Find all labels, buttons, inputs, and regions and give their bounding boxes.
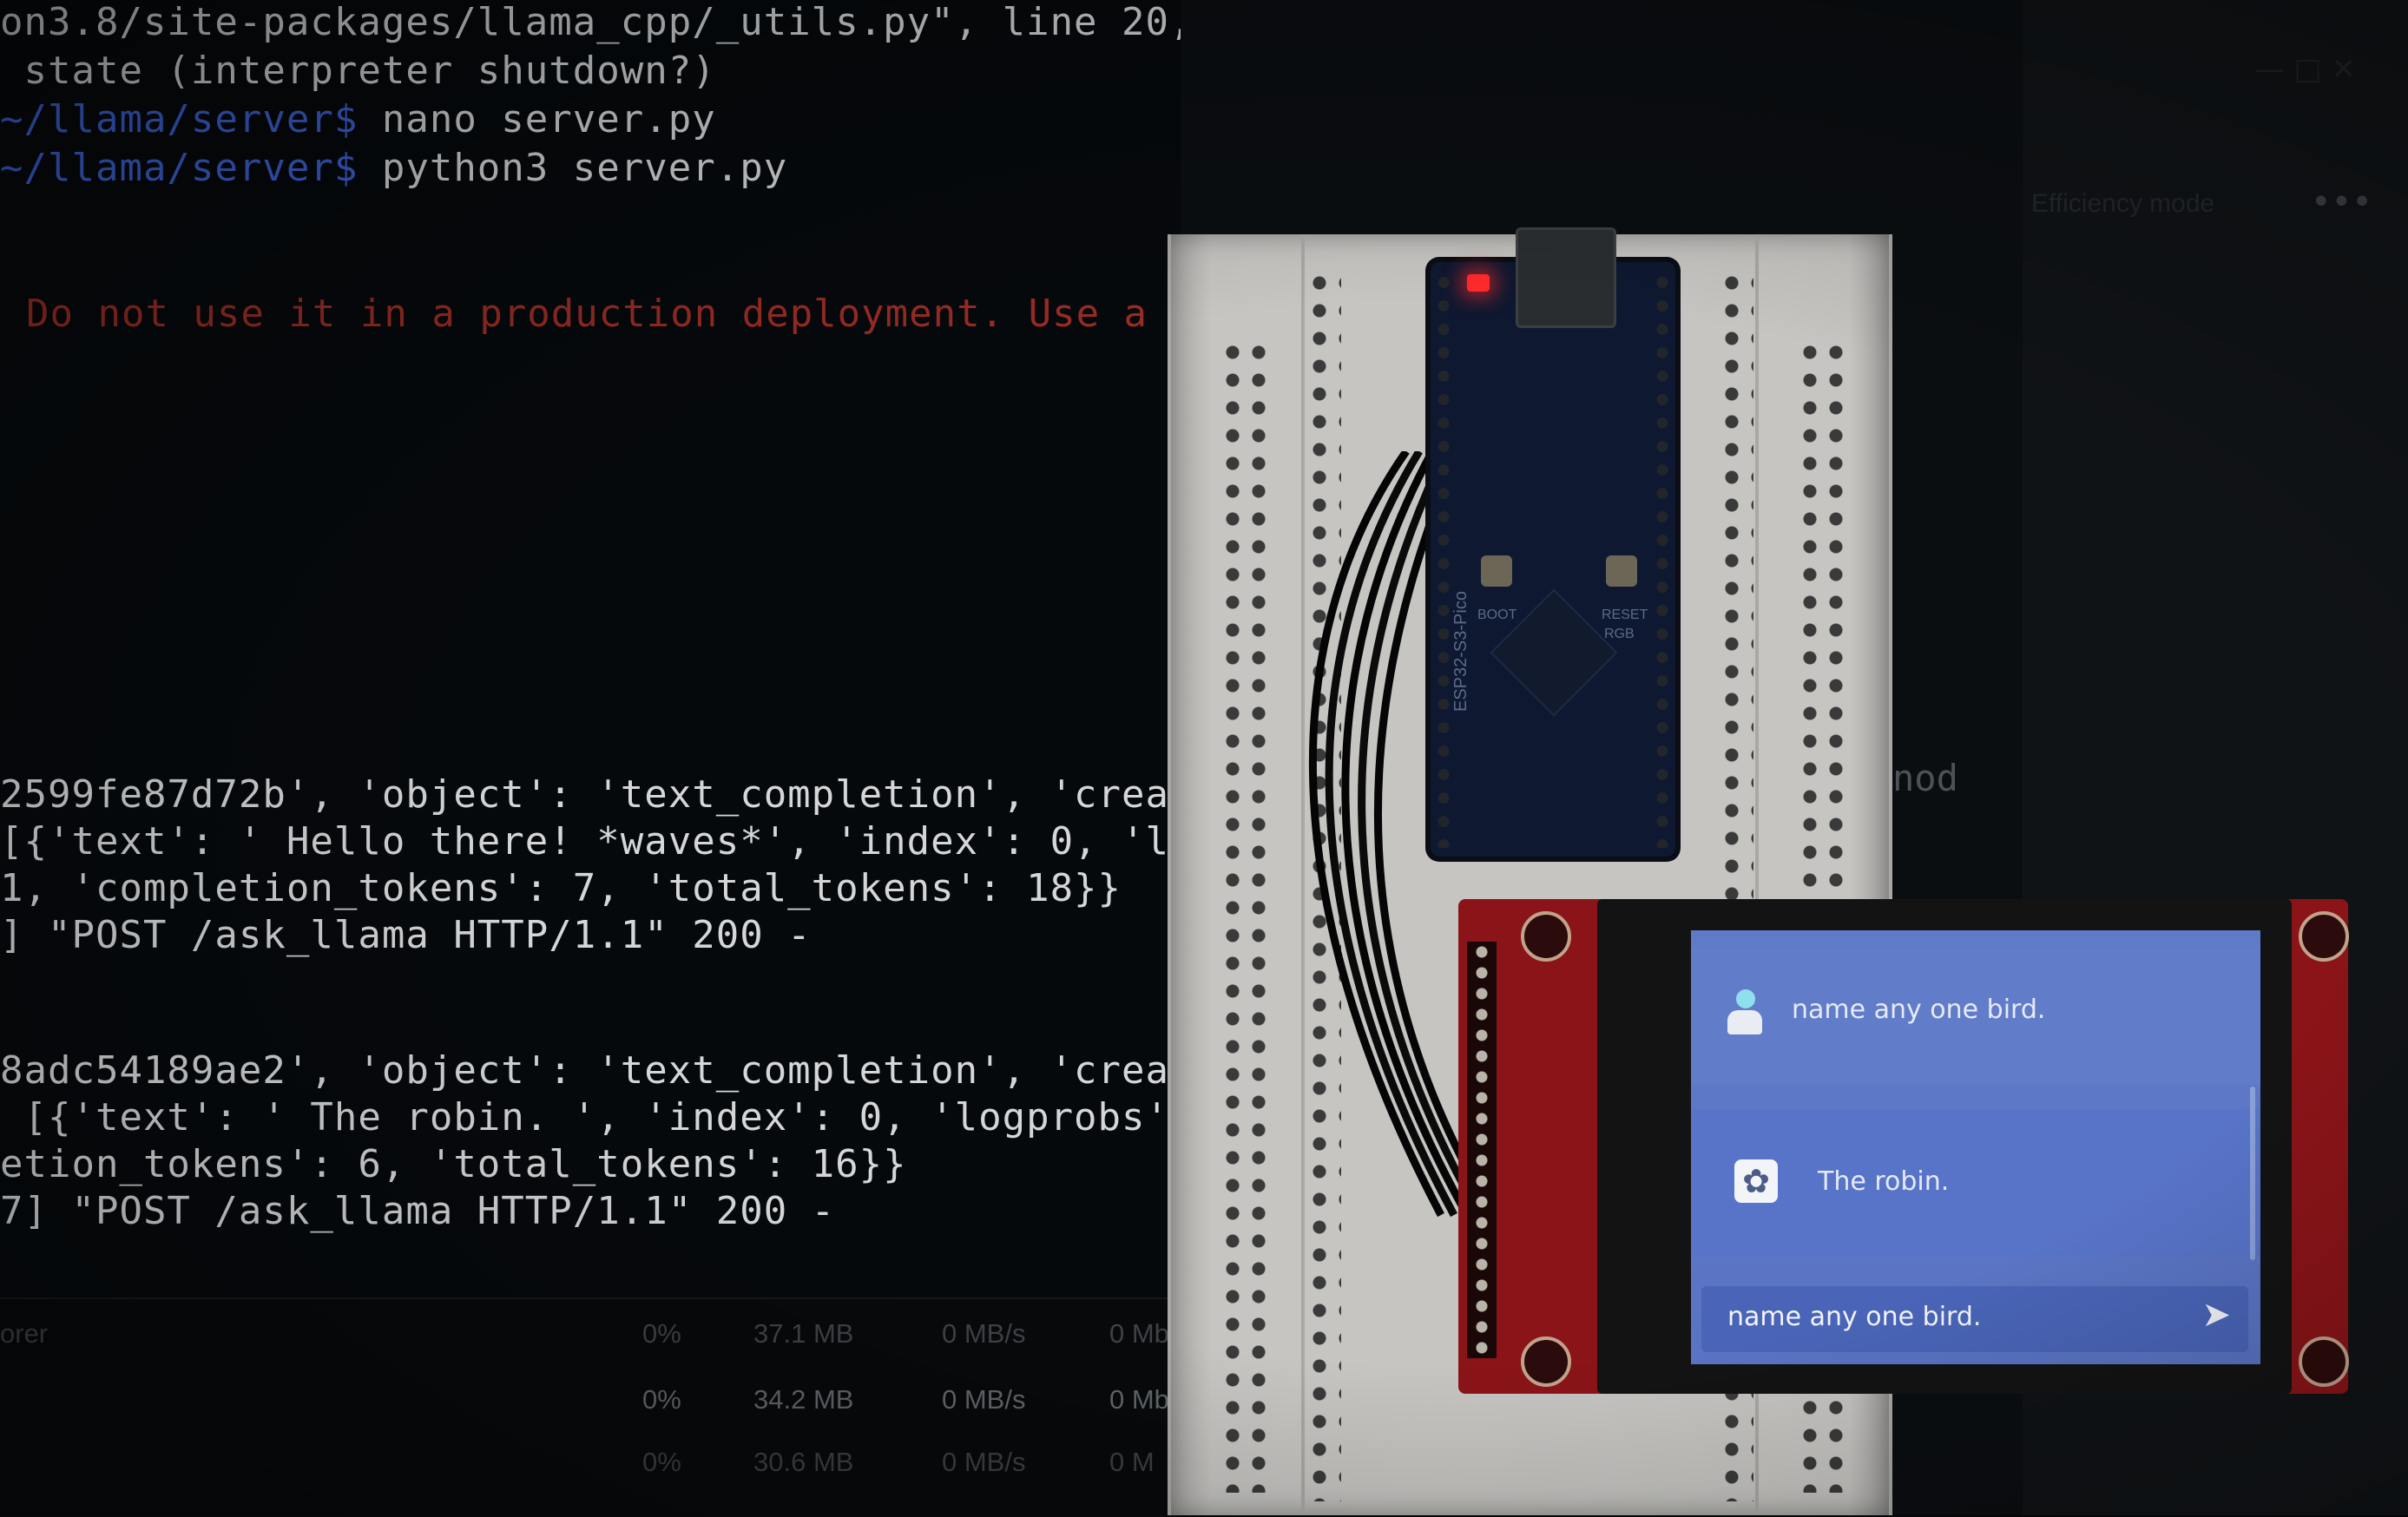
terminal-line: 2599fe87d72b', 'object': 'text_completio… [0,772,1181,817]
process-disk: 0 MB/s [942,1318,1026,1349]
pin-header-left [1434,271,1453,848]
process-disk: 0 MB/s [942,1384,1026,1415]
esp32-board [1431,262,1675,857]
shell-prompt: ~/llama/server$ [0,97,359,141]
process-row[interactable]: 0% 30.6 MB 0 MB/s 0 M [0,1438,1181,1499]
terminal-line: state (interpreter shutdown?) [0,49,716,93]
shell-command: python3 server.py [358,146,788,190]
task-manager-list: orer 0% 37.1 MB 0 MB/s 0 Mb 0% 34.2 MB 0… [0,1297,1181,1517]
power-led [1467,274,1490,292]
process-row[interactable]: 0% 34.2 MB 0 MB/s 0 Mb [0,1376,1181,1436]
board-model-label: ESP32-S3-Pico [1451,591,1470,712]
process-network: 0 M [1109,1447,1155,1477]
process-name: orer [0,1318,49,1349]
mounting-hole [2299,1336,2349,1387]
more-options-icon[interactable]: ••• [2311,182,2372,222]
chat-scrollbar[interactable] [2250,1087,2255,1260]
terminal-line: 1, 'completion_tokens': 7, 'total_tokens… [0,866,1122,910]
bot-message-text: The robin. [1818,1166,1950,1197]
process-cpu: 0% [642,1318,681,1349]
process-memory: 37.1 MB [753,1318,854,1349]
avatar-body [1727,1010,1762,1034]
terminal-command-line: ~/llama/server$ nano server.py [0,97,716,141]
process-memory: 34.2 MB [753,1384,854,1415]
pin-header-right [1653,271,1672,848]
process-disk: 0 MB/s [942,1447,1026,1477]
person-icon [1726,989,1764,1040]
terminal-line: [{'text': ' Hello there! *waves*', 'inde… [0,819,1181,864]
tft-pin-header [1467,942,1497,1358]
terminal-window: on3.8/site-packages/llama_cpp/_utils.py"… [0,0,1181,1302]
background-text-fragment: nod [1892,757,1958,799]
process-network: 0 Mb [1109,1384,1169,1415]
server-warning: Do not use it in a production deployment… [26,292,1148,336]
mounting-hole [2299,911,2349,962]
process-row[interactable]: orer 0% 37.1 MB 0 MB/s 0 Mb [0,1310,1181,1370]
avatar-head [1736,989,1755,1008]
terminal-line: 8adc54189ae2', 'object': 'text_completio… [0,1048,1181,1093]
terminal-command-line: ~/llama/server$ python3 server.py [0,146,787,190]
reset-button[interactable] [1606,555,1637,587]
window-controls[interactable]: — □ ✕ [2255,52,2356,87]
bot-message-row: ✿ The robin. [1691,1109,2260,1257]
user-message-row: name any one bird. [1691,946,2260,1085]
process-cpu: 0% [642,1384,681,1415]
mounting-hole [1521,911,1571,962]
send-arrow-icon[interactable]: ➤ [2201,1295,2231,1335]
chat-input-value: name any one bird. [1727,1302,1982,1332]
tft-chat-screen: name any one bird. ✿ The robin. name any… [1691,930,2260,1364]
process-cpu: 0% [642,1447,681,1477]
terminal-line: on3.8/site-packages/llama_cpp/_utils.py"… [0,0,1181,44]
efficiency-mode-button[interactable]: Efficiency mode [2031,189,2214,219]
rgb-label: RGB [1604,627,1635,641]
terminal-line: etion_tokens': 6, 'total_tokens': 16}} [0,1142,907,1186]
terminal-line: ] "POST /ask_llama HTTP/1.1" 200 - [0,913,812,957]
process-memory: 30.6 MB [753,1447,854,1477]
boot-button[interactable] [1481,555,1512,587]
shell-prompt: ~/llama/server$ [0,146,359,190]
boot-label: BOOT [1477,607,1517,622]
shell-command: nano server.py [358,97,716,141]
chatgpt-logo-icon: ✿ [1734,1159,1778,1203]
user-message-text: name any one bird. [1792,995,2046,1025]
mounting-hole [1521,1336,1571,1387]
chat-input-field[interactable]: name any one bird. ➤ [1701,1286,2248,1352]
usb-c-connector [1516,227,1616,328]
process-network: 0 Mb [1109,1318,1169,1349]
reset-label: RESET [1602,607,1648,622]
terminal-line: 7] "POST /ask_llama HTTP/1.1" 200 - [0,1189,836,1233]
terminal-line: [{'text': ' The robin. ', 'index': 0, 'l… [0,1095,1181,1139]
